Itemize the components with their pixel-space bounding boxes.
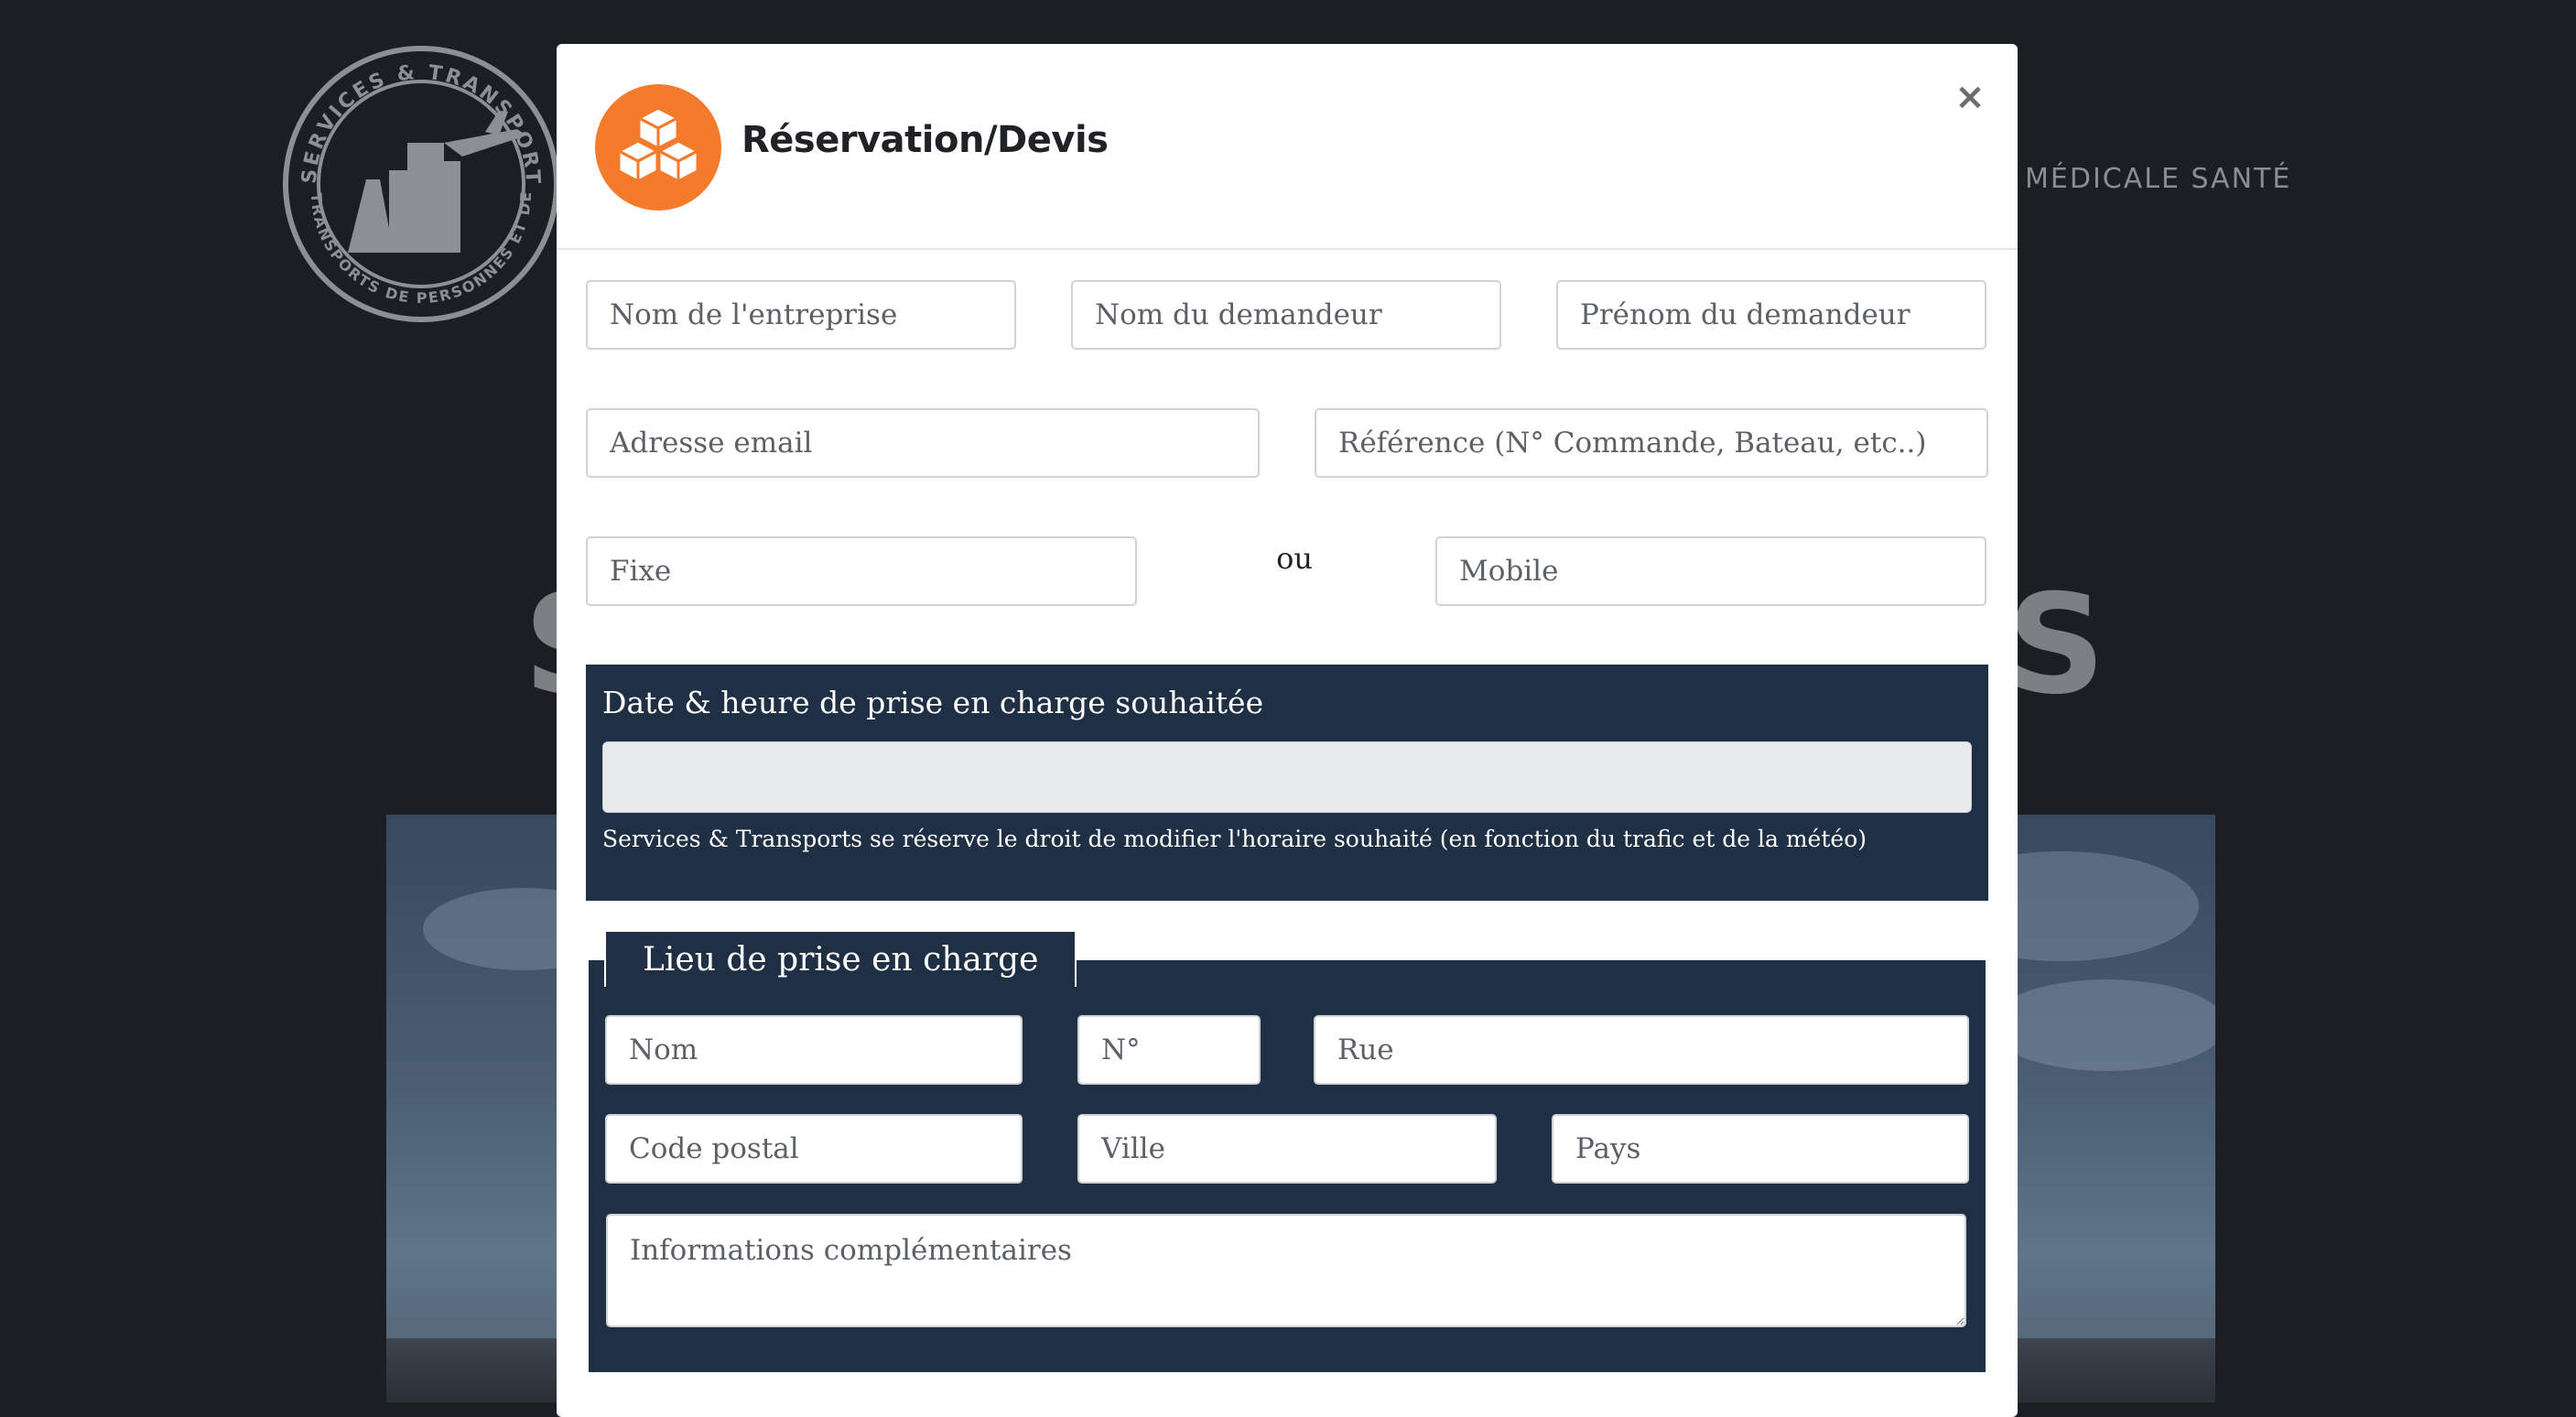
mobile-input[interactable] [1435, 536, 1986, 606]
pickup-datetime-section: Date & heure de prise en charge souhaité… [586, 665, 1988, 901]
pickup-datetime-input[interactable] [602, 741, 1972, 813]
nav-item-medicale-sante[interactable]: MÉDICALE SANTÉ [2025, 163, 2291, 195]
company-name-input[interactable] [586, 280, 1016, 350]
modal-header: Réservation/Devis × [557, 44, 2018, 250]
pickup-datetime-note: Services & Transports se réserve le droi… [602, 826, 1867, 852]
landline-input[interactable] [586, 536, 1137, 606]
pickup-country-input[interactable] [1552, 1114, 1969, 1184]
pickup-street-number-input[interactable] [1077, 1015, 1261, 1085]
pickup-datetime-title: Date & heure de prise en charge souhaité… [602, 685, 1264, 720]
pickup-name-input[interactable] [605, 1015, 1023, 1085]
requester-first-name-input[interactable] [1556, 280, 1986, 350]
boxes-icon [595, 84, 721, 211]
requester-last-name-input[interactable] [1071, 280, 1501, 350]
reference-input[interactable] [1315, 408, 1988, 478]
pickup-city-input[interactable] [1077, 1114, 1497, 1184]
close-button[interactable]: × [1950, 77, 1990, 117]
hero-title-fragment-right: S [2007, 566, 2106, 725]
or-label: ou [1276, 541, 1313, 576]
company-logo: SERVICES & TRANSPORTS TRANSPORTS DE PERS… [279, 42, 559, 322]
email-input[interactable] [586, 408, 1260, 478]
additional-info-textarea[interactable] [606, 1214, 1966, 1327]
modal-title: Réservation/Devis [741, 119, 1109, 161]
reservation-modal: Réservation/Devis × ou Date & heure de p… [557, 44, 2018, 1417]
pickup-location-legend: Lieu de prise en charge [604, 930, 1077, 987]
pickup-postal-code-input[interactable] [605, 1114, 1023, 1184]
pickup-street-input[interactable] [1314, 1015, 1969, 1085]
